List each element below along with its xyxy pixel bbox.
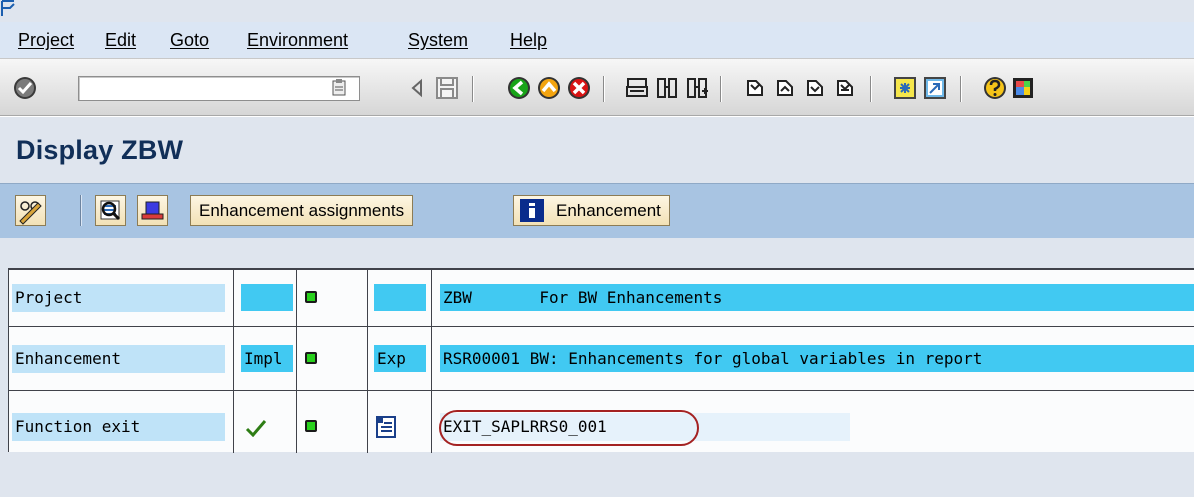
highlight-circle bbox=[439, 410, 699, 446]
customize-layout-icon[interactable] bbox=[1010, 75, 1036, 101]
command-field-dropdown-icon[interactable] bbox=[330, 79, 348, 97]
shortcut-icon[interactable] bbox=[922, 75, 948, 101]
title-bar: Display ZBW bbox=[0, 116, 1194, 184]
menu-help[interactable]: Help bbox=[510, 30, 547, 51]
project-label: Project bbox=[12, 284, 225, 312]
menu-project[interactable]: Project bbox=[18, 30, 74, 51]
enhancement-exp-cell: Exp bbox=[374, 345, 426, 372]
command-field[interactable] bbox=[78, 76, 360, 101]
last-page-icon[interactable] bbox=[832, 75, 858, 101]
source-code-icon[interactable] bbox=[374, 415, 398, 439]
enhancement-impl-cell: Impl bbox=[241, 345, 293, 372]
project-exp-cell bbox=[374, 284, 426, 311]
enter-icon[interactable] bbox=[12, 75, 38, 101]
enhancement-value: RSR00001 BW: Enhancements for global var… bbox=[440, 345, 1194, 372]
find-next-icon[interactable] bbox=[684, 75, 710, 101]
content-area: Project ZBW For BW Enhancements Enhancem… bbox=[0, 238, 1194, 497]
print-icon[interactable] bbox=[624, 75, 650, 101]
hat-icon bbox=[141, 201, 164, 220]
checkmark-icon bbox=[245, 420, 267, 437]
save-icon[interactable] bbox=[434, 75, 460, 101]
find-icon[interactable] bbox=[654, 75, 680, 101]
toolbar-separator bbox=[720, 76, 722, 102]
next-page-icon[interactable] bbox=[802, 75, 828, 101]
project-status-icon bbox=[305, 291, 317, 303]
documentation-button[interactable] bbox=[137, 195, 168, 226]
cancel-icon[interactable] bbox=[566, 75, 592, 101]
toolbar-separator bbox=[472, 76, 474, 102]
menu-edit[interactable]: Edit bbox=[105, 30, 136, 51]
page-title: Display ZBW bbox=[16, 135, 184, 165]
back-triangle-icon[interactable] bbox=[404, 75, 430, 101]
enhancement-status-icon bbox=[305, 352, 317, 364]
toolbar-separator bbox=[603, 76, 605, 102]
enhancement-grid: Project ZBW For BW Enhancements Enhancem… bbox=[8, 268, 1194, 453]
toolbar-separator bbox=[870, 76, 872, 102]
enhancement-button-label: Enhancement bbox=[556, 201, 661, 220]
function-exit-status-icon bbox=[305, 420, 317, 432]
application-toolbar: Enhancement assignments Enhancement bbox=[0, 183, 1194, 238]
change-mode-button[interactable] bbox=[15, 195, 46, 226]
toolbar-separator bbox=[80, 195, 82, 226]
menu-system[interactable]: System bbox=[408, 30, 468, 51]
enhancement-assignments-button[interactable]: Enhancement assignments bbox=[190, 195, 414, 226]
back-icon[interactable] bbox=[506, 75, 532, 101]
display-object-button[interactable] bbox=[95, 195, 126, 226]
project-impl-cell bbox=[241, 284, 293, 311]
exit-icon[interactable] bbox=[536, 75, 562, 101]
menu-goto[interactable]: Goto bbox=[170, 30, 209, 51]
previous-page-icon[interactable] bbox=[772, 75, 798, 101]
create-session-icon[interactable] bbox=[892, 75, 918, 101]
menu-bar: Project Edit Goto Environment System Hel… bbox=[0, 22, 1194, 58]
menu-environment[interactable]: Environment bbox=[247, 30, 348, 51]
pencil-glasses-icon bbox=[19, 201, 42, 225]
enhancement-button[interactable]: Enhancement bbox=[513, 195, 670, 226]
first-page-icon[interactable] bbox=[742, 75, 768, 101]
project-value: ZBW For BW Enhancements bbox=[440, 284, 1194, 311]
function-exit-label: Function exit bbox=[12, 413, 225, 441]
magnifier-list-icon bbox=[100, 200, 121, 221]
help-icon[interactable] bbox=[982, 75, 1008, 101]
info-icon bbox=[520, 199, 544, 222]
toolbar-separator bbox=[960, 76, 962, 102]
window-menu-icon[interactable] bbox=[0, 0, 22, 22]
enhancement-label: Enhancement bbox=[12, 345, 225, 373]
standard-toolbar bbox=[0, 58, 1194, 116]
